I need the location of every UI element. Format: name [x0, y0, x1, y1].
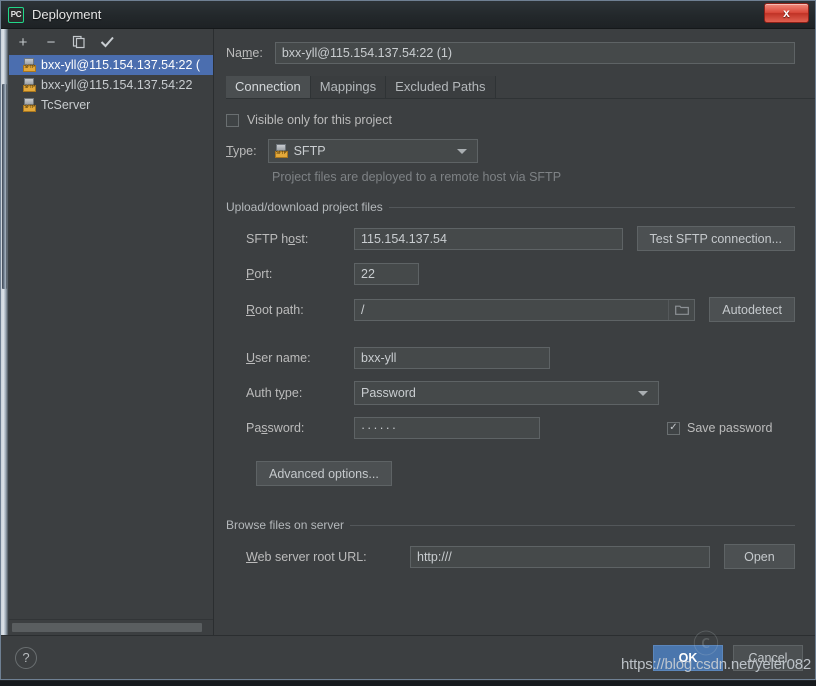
group-title-text: Upload/download project files — [226, 200, 383, 214]
username-label: User name: — [246, 351, 311, 365]
deployment-dialog: PC Deployment x + − SFTP bxx-yll@115.154… — [0, 0, 816, 680]
help-icon[interactable]: ? — [15, 646, 37, 669]
username-input[interactable]: bxx-yll — [354, 347, 550, 369]
username-row: User name: bxx-yll — [226, 347, 795, 369]
visible-only-row[interactable]: ✓ Visible only for this project — [226, 113, 795, 127]
type-row: Type: SFTP SFTP — [226, 139, 795, 163]
root-path-input[interactable]: / — [354, 298, 696, 321]
advanced-options-button[interactable]: Advanced options... — [256, 461, 392, 486]
visible-only-checkbox[interactable]: ✓ — [226, 113, 239, 127]
sftp-icon: SFTP — [23, 78, 36, 92]
type-label: Type: — [226, 144, 257, 158]
save-password-label: Save password — [687, 421, 773, 435]
port-input[interactable]: 22 — [354, 263, 419, 285]
sftp-icon-tag: SFTP — [23, 65, 36, 72]
open-button[interactable]: Open — [723, 544, 795, 569]
list-item[interactable]: SFTP bxx-yll@115.154.137.54:22 ( — [9, 55, 213, 75]
visible-only-label: Visible only for this project — [247, 113, 392, 127]
tab-excluded-paths[interactable]: Excluded Paths — [386, 76, 496, 98]
set-default-check-icon[interactable] — [99, 34, 115, 50]
cancel-button[interactable]: Cancel — [733, 644, 803, 671]
settings-tabs: Connection Mappings Excluded Paths — [226, 76, 815, 99]
browse-files-group: Browse files on server Web server root U… — [226, 518, 795, 569]
browse-files-group-title: Browse files on server — [226, 518, 795, 532]
auth-type-row: Auth type: Password — [226, 381, 795, 405]
list-item[interactable]: SFTP TcServer — [9, 95, 213, 115]
folder-icon[interactable] — [668, 299, 694, 320]
web-server-url-row: Web server root URL: http:/// Open — [226, 544, 795, 569]
sftp-icon-tag: SFTP — [23, 105, 36, 112]
dialog-footer: ? OK Cancel ⓒ https://blog.csdn.net/yele… — [1, 629, 815, 679]
password-label: Password: — [246, 421, 305, 435]
list-item-label: TcServer — [41, 98, 91, 112]
password-input[interactable]: ······ — [354, 417, 540, 439]
scrollbar-thumb[interactable] — [12, 623, 202, 632]
sftp-icon: SFTP — [274, 144, 288, 158]
dialog-title-bar: PC Deployment x — [1, 1, 815, 29]
copy-server-icon[interactable] — [71, 34, 87, 50]
root-path-label: Root path: — [246, 302, 304, 317]
sftp-host-label: SFTP host: — [246, 231, 309, 246]
name-label: Name: — [226, 46, 263, 60]
tab-connection[interactable]: Connection — [226, 76, 311, 98]
type-hint-text: Project files are deployed to a remote h… — [272, 170, 562, 184]
root-path-value: / — [361, 302, 365, 317]
scrollbar-thumb[interactable] — [2, 84, 7, 289]
web-server-url-input[interactable]: http:/// — [410, 545, 710, 568]
tabs-filler — [496, 76, 796, 98]
connection-settings-pane: Name: bxx-yll@115.154.137.54:22 (1) Conn… — [214, 29, 815, 635]
dialog-body: + − SFTP bxx-yll@115.154.137.54:22 (SFT… — [1, 29, 815, 635]
editor-scrollbar-strip[interactable] — [1, 29, 9, 635]
list-item-label: bxx-yll@115.154.137.54:22 ( — [41, 58, 201, 72]
sftp-icon: SFTP — [23, 58, 36, 72]
group-title-text: Browse files on server — [226, 518, 345, 532]
upload-download-group: Upload/download project files SFTP host:… — [226, 200, 795, 486]
test-sftp-connection-button[interactable]: Test SFTP connection... — [636, 226, 795, 251]
chevron-down-icon[interactable] — [638, 390, 648, 396]
port-label: Port: — [246, 267, 273, 281]
remove-server-button[interactable]: − — [43, 34, 59, 50]
add-server-button[interactable]: + — [15, 34, 31, 50]
close-icon[interactable]: x — [764, 3, 809, 23]
upload-download-group-title: Upload/download project files — [226, 200, 795, 214]
server-list[interactable]: SFTP bxx-yll@115.154.137.54:22 ( SFTP bx… — [9, 55, 213, 619]
list-item-label: bxx-yll@115.154.137.54:22 — [41, 78, 193, 92]
save-password-row[interactable]: ✓ Save password — [667, 421, 795, 435]
sftp-host-input[interactable]: 115.154.137.54 — [354, 227, 623, 250]
web-server-url-label: Web server root URL: — [246, 549, 367, 564]
list-item[interactable]: SFTP bxx-yll@115.154.137.54:22 — [9, 75, 213, 95]
chevron-down-icon[interactable] — [456, 148, 467, 154]
sftp-host-row: SFTP host: 115.154.137.54 Test SFTP conn… — [226, 226, 795, 251]
sftp-icon-tag: SFTP — [23, 85, 36, 92]
deployment-servers-sidebar: + − SFTP bxx-yll@115.154.137.54:22 (SFT… — [9, 29, 214, 635]
type-select[interactable]: SFTP SFTP — [267, 139, 478, 163]
advanced-options-row: Advanced options... — [226, 461, 795, 486]
desktop-background: PC Deployment x + − SFTP bxx-yll@115.154… — [0, 0, 816, 686]
dialog-title: Deployment — [32, 7, 102, 22]
connection-panel: ✓ Visible only for this project Type: SF… — [214, 113, 815, 569]
sftp-icon: SFTP — [23, 98, 36, 112]
password-row: Password: ······ ✓ Save password — [226, 417, 795, 439]
tab-mappings[interactable]: Mappings — [310, 76, 387, 98]
name-input[interactable]: bxx-yll@115.154.137.54:22 (1) — [274, 42, 795, 64]
save-password-checkbox[interactable]: ✓ — [667, 421, 680, 435]
footer-buttons: OK Cancel — [653, 644, 803, 671]
group-divider — [350, 524, 795, 526]
autodetect-button[interactable]: Autodetect — [709, 297, 795, 322]
sidebar-toolbar: + − — [9, 29, 213, 55]
pycharm-app-icon: PC — [8, 6, 24, 23]
sftp-icon-tag: SFTP — [274, 151, 288, 158]
sidebar-horizontal-scrollbar[interactable] — [9, 619, 213, 635]
root-path-row: Root path: / Autodetect — [226, 297, 795, 322]
name-row: Name: bxx-yll@115.154.137.54:22 (1) — [214, 29, 815, 64]
auth-type-label: Auth type: — [246, 386, 303, 400]
auth-type-value: Password — [361, 386, 416, 400]
port-row: Port: 22 — [226, 263, 795, 285]
ok-button[interactable]: OK — [653, 644, 723, 671]
type-select-value: SFTP — [293, 144, 326, 158]
auth-type-select[interactable]: Password — [354, 381, 659, 405]
group-divider — [388, 206, 795, 208]
